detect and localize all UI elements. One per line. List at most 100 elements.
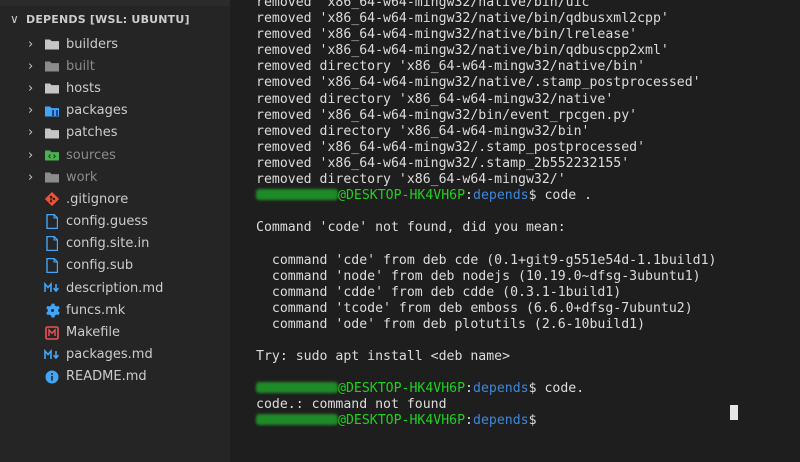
chevron-right-icon[interactable]: ›: [28, 104, 40, 117]
redacted-username: [256, 414, 338, 426]
tree-item-label: config.guess: [66, 214, 148, 230]
prompt-colon: :: [465, 188, 473, 204]
chevron-right-icon[interactable]: ›: [28, 149, 40, 162]
terminal-output-line: removed 'x86_64-w64-mingw32/.stamp_postp…: [256, 139, 646, 155]
terminal-output-line: command 'cde' from deb cde (0.1+git9-g55…: [256, 252, 717, 268]
terminal-output-line: removed 'x86_64-w64-mingw32/.stamp_2b552…: [256, 155, 630, 171]
tree-item-label: .gitignore: [66, 191, 129, 207]
terminal-output-line: removed 'x86_64-w64-mingw32/bin/event_rp…: [256, 107, 638, 123]
chevron-right-icon[interactable]: ›: [28, 38, 40, 51]
tree-item-label: README.md: [66, 369, 147, 385]
gear-icon: [44, 302, 60, 318]
prompt-command: $ code.: [528, 381, 585, 397]
tree-item-label: work: [66, 169, 98, 185]
tree-item-label: builders: [66, 36, 119, 52]
terminal-cursor: [730, 405, 738, 420]
folder-icon: [44, 169, 60, 185]
terminal-output-line: removed directory 'x86_64-w64-mingw32/bi…: [256, 123, 590, 139]
terminal-output-line: removed directory 'x86_64-w64-mingw32/na…: [256, 59, 646, 75]
chevron-down-icon[interactable]: ∨: [10, 12, 26, 26]
folder-item-built[interactable]: › built: [0, 55, 230, 77]
tree-item-label: description.md: [66, 280, 164, 296]
redacted-username: [256, 189, 338, 201]
folder-icon: [44, 125, 60, 141]
prompt-path: depends: [473, 381, 529, 397]
folder-item-patches[interactable]: › patches: [0, 122, 230, 144]
prompt-user: @DESKTOP-HK4VH6P: [256, 188, 465, 203]
explorer-title: DEPENDS [WSL: UBUNTU]: [26, 12, 190, 26]
terminal-output-line: Try: sudo apt install <deb name>: [256, 349, 511, 365]
explorer-sidebar: ∨ DEPENDS [WSL: UBUNTU] › builders › built ›…: [0, 0, 230, 462]
chevron-right-icon[interactable]: ›: [28, 60, 40, 73]
chevron-right-icon[interactable]: ›: [28, 126, 40, 139]
explorer-header[interactable]: ∨ DEPENDS [WSL: UBUNTU]: [0, 8, 230, 30]
folder-item-packages[interactable]: › packages: [0, 100, 230, 122]
tree-item-label: patches: [66, 125, 118, 141]
prompt-host: @DESKTOP-HK4VH6P: [338, 188, 466, 204]
terminal-output-line: command 'cdde' from deb cdde (0.3.1-1bui…: [256, 284, 622, 300]
tree-item-label: sources: [66, 147, 116, 163]
info-icon: [44, 369, 60, 385]
folder-item-sources[interactable]: › sources: [0, 144, 230, 166]
terminal-prompt-line: @DESKTOP-HK4VH6P:depends$ code.: [256, 381, 717, 397]
prompt-host: @DESKTOP-HK4VH6P: [338, 413, 466, 429]
prompt-path: depends: [473, 188, 529, 204]
markdown-icon: [44, 280, 60, 296]
folder-item-work[interactable]: › work: [0, 166, 230, 188]
tree-item-label: hosts: [66, 80, 101, 96]
terminal-output: removed 'x86_64-w64-mingw32/native/bin/u…: [256, 0, 717, 430]
terminal-output-line: removed directory 'x86_64-w64-mingw32/': [256, 172, 566, 188]
file-item-config-site-in[interactable]: config.site.in: [0, 233, 230, 255]
terminal-output-line: removed 'x86_64-w64-mingw32/native/.stam…: [256, 75, 701, 91]
terminal-panel[interactable]: removed 'x86_64-w64-mingw32/native/bin/u…: [237, 0, 800, 462]
chevron-right-icon[interactable]: ›: [28, 171, 40, 184]
file-item-config-guess[interactable]: config.guess: [0, 211, 230, 233]
git-icon: [44, 191, 60, 207]
prompt-command: $: [528, 413, 537, 429]
markdown-icon: [44, 347, 60, 363]
prompt-colon: :: [465, 381, 473, 397]
tree-item-label: built: [66, 58, 95, 74]
chevron-right-icon[interactable]: ›: [28, 82, 40, 95]
tree-item-label: packages: [66, 103, 128, 119]
terminal-output-line: command 'ode' from deb plotutils (2.6-10…: [256, 316, 646, 332]
tree-item-label: config.site.in: [66, 236, 150, 252]
terminal-output-line: Command 'code' not found, did you mean:: [256, 220, 566, 236]
file-tree: › builders › built › hosts › packages › patches › s…: [0, 33, 230, 388]
folder-icon: [44, 58, 60, 74]
folder-item-hosts[interactable]: › hosts: [0, 77, 230, 99]
terminal-prompt-line: @DESKTOP-HK4VH6P:depends$: [256, 413, 717, 429]
prompt-host: @DESKTOP-HK4VH6P: [338, 381, 466, 397]
file-item-description-md[interactable]: description.md: [0, 277, 230, 299]
file-icon: [44, 236, 60, 252]
terminal-output-line: command 'tcode' from deb emboss (6.6.0+d…: [256, 300, 693, 316]
folder-item-builders[interactable]: › builders: [0, 33, 230, 55]
prompt-command: $ code .: [528, 188, 593, 204]
file-item-packages-md[interactable]: packages.md: [0, 344, 230, 366]
file-item-makefile[interactable]: Makefile: [0, 321, 230, 343]
file-item-config-sub[interactable]: config.sub: [0, 255, 230, 277]
source-folder-icon: [44, 147, 60, 163]
tree-item-label: Makefile: [66, 325, 121, 341]
prompt-colon: :: [465, 413, 473, 429]
prompt-path: depends: [473, 413, 529, 429]
terminal-output-line: removed 'x86_64-w64-mingw32/native/bin/l…: [256, 27, 638, 43]
file-icon: [44, 258, 60, 274]
folder-icon: [44, 36, 60, 52]
package-folder-icon: [44, 103, 60, 119]
redacted-username: [256, 382, 338, 394]
makefile-icon: [44, 325, 60, 341]
file-icon: [44, 214, 60, 230]
sidebar-top-strip: [0, 0, 230, 6]
terminal-output-line: code.: command not found: [256, 397, 447, 413]
terminal-output-line: removed 'x86_64-w64-mingw32/native/bin/q…: [256, 43, 669, 59]
prompt-user: @DESKTOP-HK4VH6P: [256, 381, 465, 396]
file-item-gitignore[interactable]: .gitignore: [0, 188, 230, 210]
tree-item-label: funcs.mk: [66, 302, 126, 318]
terminal-output-line: removed 'x86_64-w64-mingw32/native/bin/q…: [256, 11, 669, 27]
file-item-readme-md[interactable]: README.md: [0, 366, 230, 388]
file-item-funcs-mk[interactable]: funcs.mk: [0, 299, 230, 321]
